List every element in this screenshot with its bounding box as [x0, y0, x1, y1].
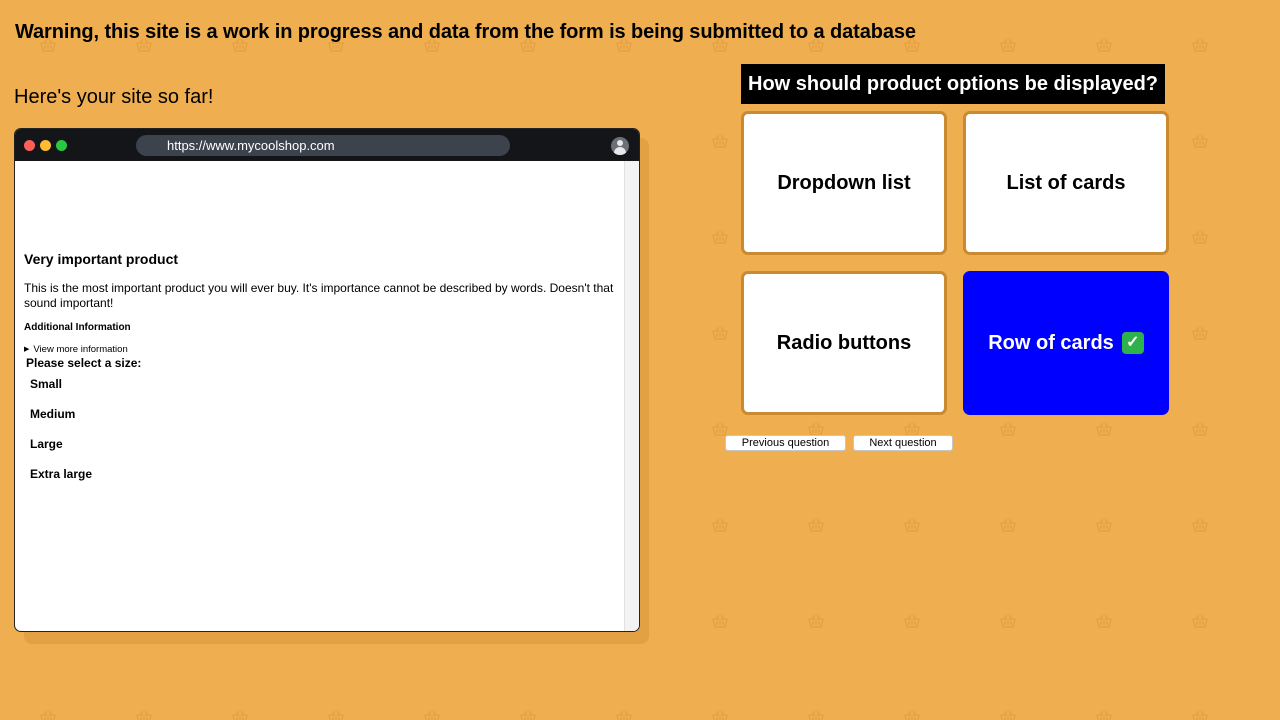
- size-option-medium[interactable]: Medium: [30, 407, 75, 421]
- option-label: Radio buttons: [776, 331, 912, 354]
- check-mark-icon: ✓: [1121, 332, 1144, 354]
- size-option-large[interactable]: Large: [30, 437, 63, 451]
- disclosure-triangle-icon: ▶: [24, 346, 30, 353]
- size-option-small[interactable]: Small: [30, 377, 62, 391]
- warning-banner: Warning, this site is a work in progress…: [15, 21, 916, 43]
- next-question-button[interactable]: Next question: [853, 435, 953, 451]
- question-title: How should product options be displayed?: [741, 64, 1165, 104]
- option-card-row-of-cards[interactable]: Row of cards ✓: [963, 271, 1169, 415]
- maximize-window-dot[interactable]: [56, 140, 67, 151]
- browser-preview: https://www.mycoolshop.com Very importan…: [14, 128, 640, 632]
- additional-info-heading: Additional Information: [24, 322, 131, 333]
- product-title: Very important product: [24, 251, 179, 267]
- minimize-window-dot[interactable]: [40, 140, 51, 151]
- profile-icon[interactable]: [611, 137, 629, 155]
- details-summary-label: View more information: [33, 344, 128, 355]
- product-description: This is the most important product you w…: [24, 281, 614, 310]
- option-card-dropdown-list[interactable]: Dropdown list: [741, 111, 947, 255]
- browser-viewport: Very important product This is the most …: [15, 161, 639, 631]
- option-label: Dropdown list: [777, 171, 911, 194]
- browser-titlebar: https://www.mycoolshop.com: [15, 129, 639, 161]
- site-preview-heading: Here's your site so far!: [14, 86, 214, 108]
- scrollbar[interactable]: [624, 161, 639, 631]
- view-more-details[interactable]: ▶ View more information: [24, 344, 128, 355]
- option-label: Row of cards: [988, 331, 1114, 354]
- option-label: List of cards: [1006, 171, 1126, 194]
- size-prompt: Please select a size:: [26, 356, 142, 370]
- close-window-dot[interactable]: [24, 140, 35, 151]
- address-bar[interactable]: https://www.mycoolshop.com: [136, 135, 510, 156]
- option-card-list-of-cards[interactable]: List of cards: [963, 111, 1169, 255]
- option-card-radio-buttons[interactable]: Radio buttons: [741, 271, 947, 415]
- size-option-extra-large[interactable]: Extra large: [30, 467, 92, 481]
- previous-question-button[interactable]: Previous question: [725, 435, 846, 451]
